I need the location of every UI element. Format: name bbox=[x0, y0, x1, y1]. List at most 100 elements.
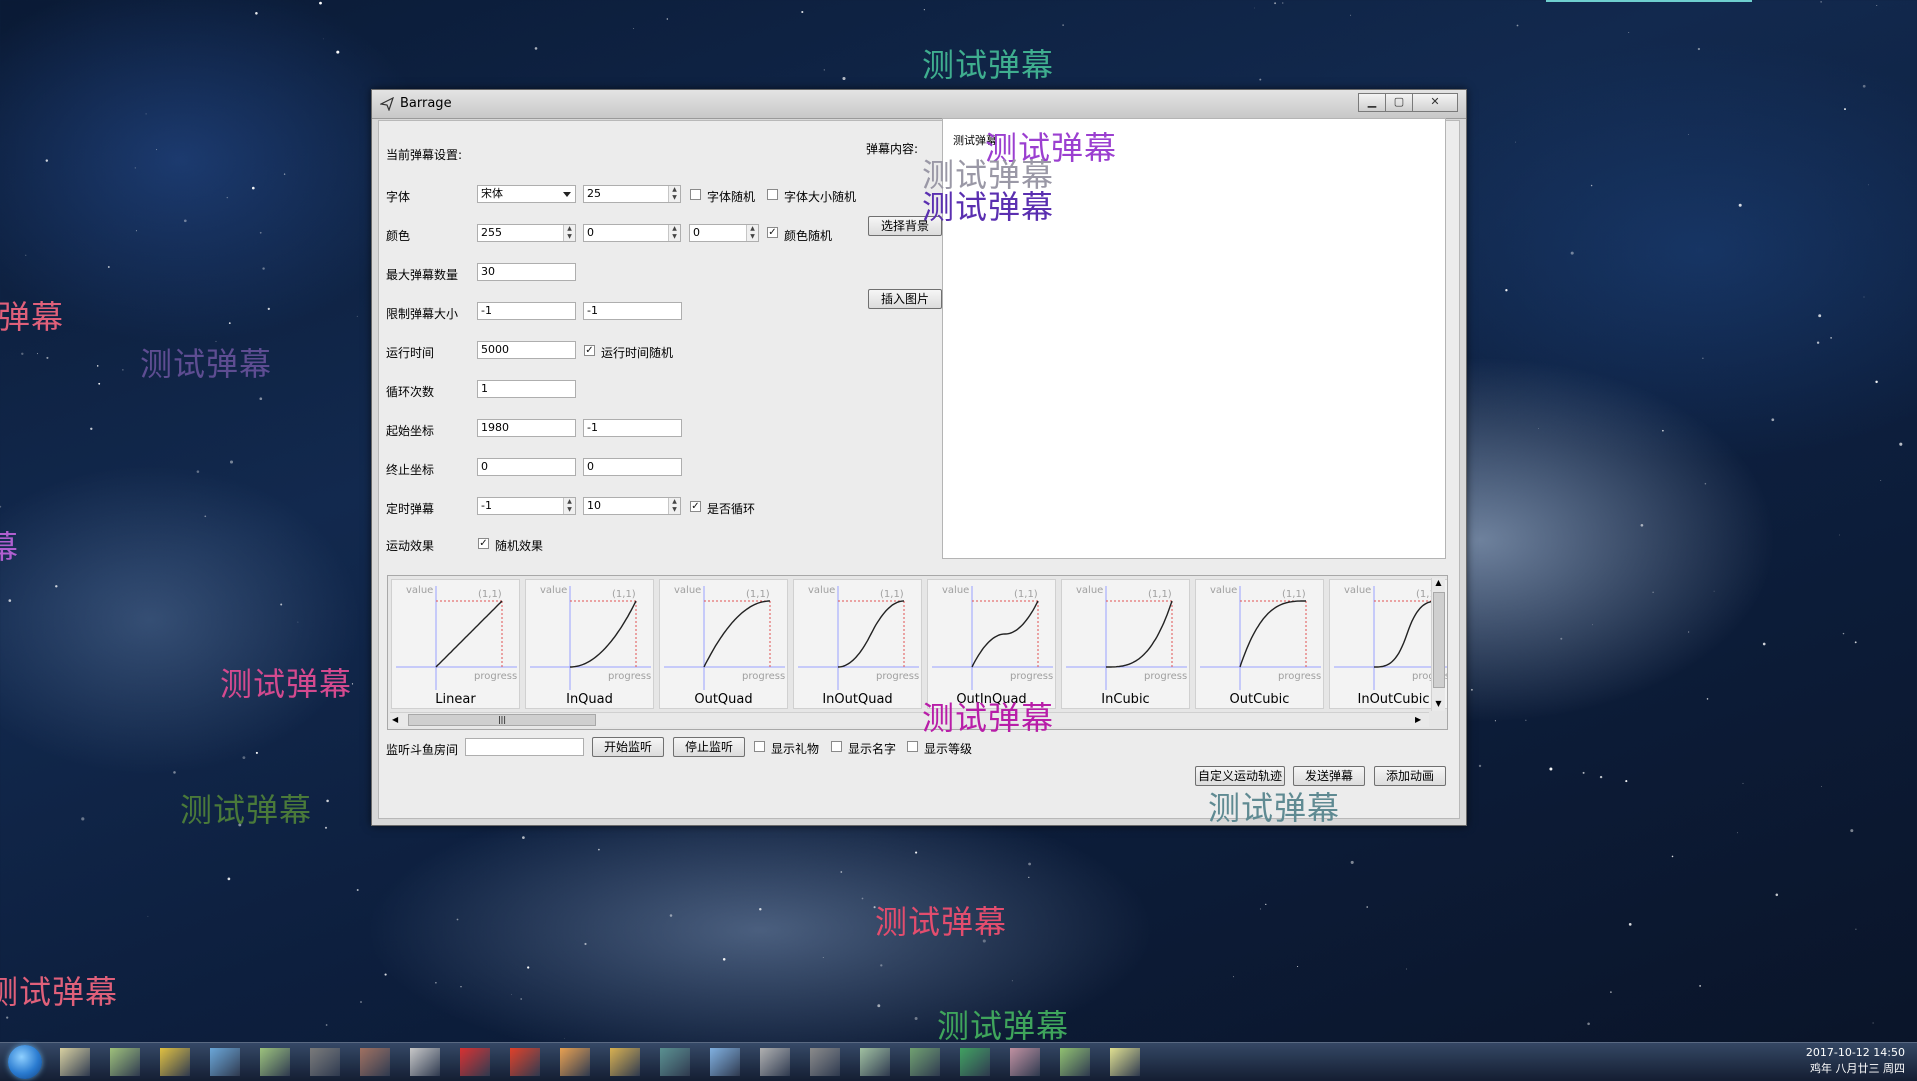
taskbar-app-icon[interactable] bbox=[560, 1048, 590, 1076]
spin-arrows-icon[interactable]: ▲ ▼ bbox=[668, 186, 680, 202]
taskbar-app-icon[interactable] bbox=[910, 1048, 940, 1076]
taskbar-app-icon[interactable] bbox=[410, 1048, 440, 1076]
size-limit-height-input[interactable]: -1 bbox=[583, 302, 682, 320]
end-x-input[interactable]: 0 bbox=[477, 458, 576, 476]
font-family-combobox[interactable]: 宋体 bbox=[477, 185, 576, 203]
taskbar-app-icon[interactable] bbox=[960, 1048, 990, 1076]
taskbar-app-icon[interactable] bbox=[610, 1048, 640, 1076]
end-y-input[interactable]: 0 bbox=[583, 458, 682, 476]
title-bar[interactable]: Barrage ▁ ▢ ✕ bbox=[372, 90, 1466, 119]
end-point-label: (1,1) bbox=[880, 589, 904, 600]
run-time-input[interactable]: 5000 bbox=[477, 341, 576, 359]
start-listen-button[interactable]: 开始监听 bbox=[592, 737, 664, 757]
size-limit-width-input[interactable]: -1 bbox=[477, 302, 576, 320]
scroll-right-icon[interactable]: ▶ bbox=[1415, 713, 1427, 727]
star bbox=[147, 915, 149, 917]
easing-curve-item[interactable]: value (1,1) progress InCubic bbox=[1061, 579, 1190, 709]
spin-arrows-icon[interactable]: ▲ ▼ bbox=[563, 498, 575, 514]
scroll-left-icon[interactable]: ◀ bbox=[392, 713, 404, 727]
random-font-checkbox[interactable] bbox=[690, 189, 701, 200]
taskbar-app-icon[interactable] bbox=[60, 1048, 90, 1076]
font-size-spinbox[interactable]: 25 ▲ ▼ bbox=[583, 185, 681, 203]
max-count-input[interactable]: 30 bbox=[477, 263, 576, 281]
easing-curve-item[interactable]: value (1,1) progress Linear bbox=[391, 579, 520, 709]
easing-curve-list[interactable]: value (1,1) progress Linear value (1,1) progre… bbox=[387, 575, 1448, 730]
loop-count-input[interactable]: 1 bbox=[477, 380, 576, 398]
star bbox=[1821, 785, 1822, 787]
taskbar-app-icon[interactable] bbox=[760, 1048, 790, 1076]
taskbar-app-icon[interactable] bbox=[310, 1048, 340, 1076]
color-label: 颜色 bbox=[386, 229, 411, 243]
add-animation-button[interactable]: 添加动画 bbox=[1374, 766, 1446, 786]
taskbar-app-icon[interactable] bbox=[160, 1048, 190, 1076]
room-id-input[interactable] bbox=[465, 738, 584, 756]
random-color-checkbox[interactable]: ✓ bbox=[767, 227, 778, 238]
random-motion-checkbox[interactable]: ✓ bbox=[478, 538, 489, 549]
easing-curve-item[interactable]: value (1,1) progress OutQuad bbox=[659, 579, 788, 709]
star bbox=[1560, 637, 1563, 640]
star bbox=[122, 369, 124, 371]
spin-arrows-icon[interactable]: ▲ ▼ bbox=[668, 225, 680, 241]
minimize-button[interactable]: ▁ bbox=[1358, 93, 1386, 112]
vertical-scroll-thumb[interactable] bbox=[1433, 592, 1445, 688]
color-r-spinbox[interactable]: 255 ▲ ▼ bbox=[477, 224, 576, 242]
random-color-label: 颜色随机 bbox=[784, 229, 833, 243]
start-y-value: -1 bbox=[587, 421, 598, 434]
taskbar-app-icon[interactable] bbox=[860, 1048, 890, 1076]
star bbox=[1592, 624, 1594, 626]
taskbar-app-icon[interactable] bbox=[1010, 1048, 1040, 1076]
end-point-label: (1,1) bbox=[1014, 589, 1038, 600]
horizontal-scroll-thumb[interactable]: ||| bbox=[408, 714, 596, 726]
maximize-button[interactable]: ▢ bbox=[1385, 93, 1413, 112]
start-menu-icon[interactable] bbox=[8, 1045, 42, 1079]
vertical-scrollbar[interactable]: ▲ ▼ bbox=[1431, 578, 1445, 711]
scroll-up-icon[interactable]: ▲ bbox=[1433, 578, 1444, 590]
taskbar-app-icon[interactable] bbox=[460, 1048, 490, 1076]
timed-spinbox[interactable]: -1 ▲ ▼ bbox=[477, 497, 576, 515]
show-gift-checkbox[interactable] bbox=[754, 741, 765, 752]
show-level-checkbox[interactable] bbox=[907, 741, 918, 752]
scroll-down-icon[interactable]: ▼ bbox=[1433, 699, 1444, 711]
star bbox=[880, 964, 883, 967]
taskbar-app-icon[interactable] bbox=[1110, 1048, 1140, 1076]
star bbox=[21, 352, 24, 356]
start-x-input[interactable]: 1980 bbox=[477, 419, 576, 437]
progress-axis-label: progress bbox=[1010, 671, 1053, 682]
taskbar-app-icon[interactable] bbox=[260, 1048, 290, 1076]
taskbar-app-icon[interactable] bbox=[1060, 1048, 1090, 1076]
taskbar-app-icon[interactable] bbox=[660, 1048, 690, 1076]
star bbox=[564, 1038, 565, 1039]
star bbox=[0, 505, 2, 508]
easing-curve-item[interactable]: value (1,1) progress InOutQuad bbox=[793, 579, 922, 709]
taskbar-app-icon[interactable] bbox=[210, 1048, 240, 1076]
easing-curve-item[interactable]: value (1,1) progress OutInQuad bbox=[927, 579, 1056, 709]
system-clock[interactable]: 2017-10-12 14:50 鸡年 八月廿三 周四 bbox=[1806, 1045, 1905, 1077]
chevron-down-icon[interactable] bbox=[563, 192, 571, 197]
timed-interval-spinbox[interactable]: 10 ▲ ▼ bbox=[583, 497, 681, 515]
taskbar-app-icon[interactable] bbox=[110, 1048, 140, 1076]
close-button[interactable]: ✕ bbox=[1412, 93, 1458, 112]
random-run-time-checkbox[interactable]: ✓ bbox=[584, 345, 595, 356]
show-name-checkbox[interactable] bbox=[831, 741, 842, 752]
horizontal-scrollbar[interactable]: ◀ ||| ▶ bbox=[390, 712, 1429, 727]
loop-count-value: 1 bbox=[481, 382, 488, 395]
insert-image-button[interactable]: 插入图片 bbox=[868, 289, 942, 309]
timed-loop-checkbox[interactable]: ✓ bbox=[690, 501, 701, 512]
random-font-size-checkbox[interactable] bbox=[767, 189, 778, 200]
spin-arrows-icon[interactable]: ▲ ▼ bbox=[563, 225, 575, 241]
start-y-input[interactable]: -1 bbox=[583, 419, 682, 437]
taskbar-app-icon[interactable] bbox=[510, 1048, 540, 1076]
spin-arrows-icon[interactable]: ▲ ▼ bbox=[668, 498, 680, 514]
spin-arrows-icon[interactable]: ▲ ▼ bbox=[746, 225, 758, 241]
color-b-spinbox[interactable]: 0 ▲ ▼ bbox=[689, 224, 759, 242]
taskbar-app-icon[interactable] bbox=[710, 1048, 740, 1076]
color-g-spinbox[interactable]: 0 ▲ ▼ bbox=[583, 224, 681, 242]
easing-curve-item[interactable]: value (1,1) progress OutCubic bbox=[1195, 579, 1324, 709]
stop-listen-button[interactable]: 停止监听 bbox=[673, 737, 745, 757]
danmaku-text: 测试弹幕 bbox=[922, 46, 1055, 84]
star bbox=[877, 1004, 881, 1008]
taskbar-app-icon[interactable] bbox=[360, 1048, 390, 1076]
easing-curve-item[interactable]: value (1,1) progress InQuad bbox=[525, 579, 654, 709]
end-x-value: 0 bbox=[481, 460, 488, 473]
taskbar-app-icon[interactable] bbox=[810, 1048, 840, 1076]
